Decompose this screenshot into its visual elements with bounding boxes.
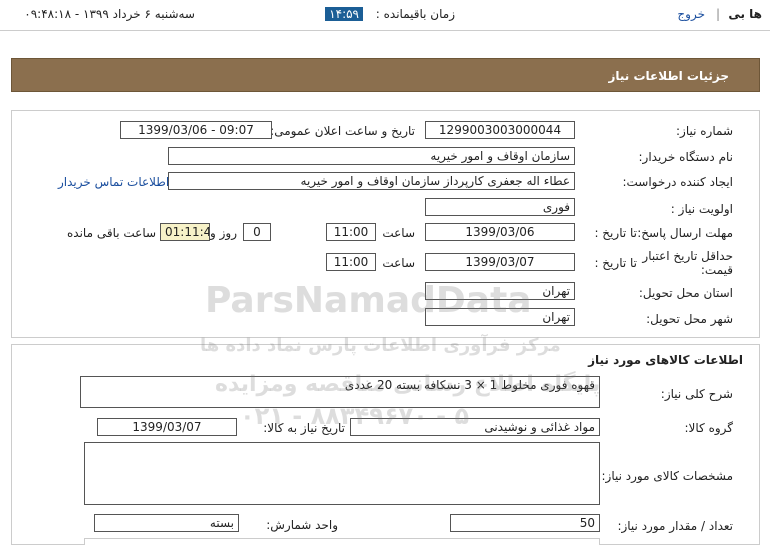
announce-datetime-field: 1399/03/06 - 09:07 (120, 121, 272, 139)
deadline-time-label: ساعت (382, 226, 415, 240)
priority-label: اولویت نیاز : (670, 202, 733, 216)
page-header: جزئیات اطلاعات نیاز (11, 58, 760, 92)
current-datetime: سه‌شنبه ۶ خرداد ۱۳۹۹ - ۰۹:۴۸:۱۸ (24, 7, 195, 21)
remaining-time-label: زمان باقیمانده : (375, 7, 455, 21)
top-bar: ها بی | خروج زمان باقیمانده : ۱۴:۵۹ سه‌ش… (0, 0, 770, 31)
separator: | (715, 7, 720, 21)
specs-label: مشخصات کالای مورد نیاز: (601, 469, 733, 483)
validity-time-field: 11:00 (326, 253, 376, 271)
province-field: تهران (425, 282, 575, 300)
validity-until-date-label: تا تاریخ : (594, 256, 637, 270)
goods-section-title: اطلاعات کالاهای مورد نیاز (588, 353, 743, 367)
buyer-contact-link[interactable]: اطلاعات تماس خریدار (58, 175, 169, 189)
logout-link[interactable]: خروج (677, 7, 705, 21)
validity-time-label: ساعت (382, 256, 415, 270)
quantity-label: تعداد / مقدار مورد نیاز: (617, 519, 733, 533)
remaining-hours-label: ساعت باقی مانده (67, 226, 157, 240)
deadline-label: مهلت ارسال پاسخ: (637, 226, 733, 240)
specs-field (84, 442, 600, 505)
summary-field: قهوه فوری مخلوط 1 × 3 نسکافه بسته 20 عدد… (80, 376, 600, 408)
brand-name: ها بی (728, 7, 762, 21)
deadline-time-field: 11:00 (326, 223, 376, 241)
price-validity-label-2: قیمت: (700, 263, 733, 277)
remaining-hours-field: 01:11:41 (160, 223, 210, 241)
city-field: تهران (425, 308, 575, 326)
summary-label: شرح کلی نیاز: (660, 387, 733, 401)
next-field-edge (84, 538, 600, 545)
creator-label: ایجاد کننده درخواست: (622, 175, 733, 189)
need-number-field: 1299003003000044 (425, 121, 575, 139)
validity-date-field: 1399/03/07 (425, 253, 575, 271)
deadline-until-date-label: تا تاریخ : (594, 226, 637, 240)
unit-field: بسته (94, 514, 239, 532)
need-date-label: تاریخ نیاز به کالا: (263, 421, 345, 435)
province-label: استان محل تحویل: (638, 286, 733, 300)
quantity-field: 50 (450, 514, 600, 532)
buyer-field: سازمان اوقاف و امور خیریه (168, 147, 575, 165)
goods-group-field: مواد غذائی و نوشیدنی (350, 418, 600, 436)
creator-field: عطاء اله جعفری کارپرداز سازمان اوقاف و ا… (168, 172, 575, 190)
buyer-label: نام دستگاه خریدار: (638, 150, 734, 164)
page-title: جزئیات اطلاعات نیاز (608, 69, 729, 83)
need-date-field: 1399/03/07 (97, 418, 237, 436)
days-label: روز و (210, 226, 237, 240)
priority-field: فوری (425, 198, 575, 216)
deadline-date-field: 1399/03/06 (425, 223, 575, 241)
need-number-label: شماره نیاز: (676, 124, 733, 138)
need-details-panel (11, 110, 760, 338)
city-label: شهر محل تحویل: (646, 312, 733, 326)
days-remaining-field: 0 (243, 223, 271, 241)
remaining-time-counter: ۱۴:۵۹ (325, 7, 363, 21)
goods-group-label: گروه کالا: (684, 421, 734, 435)
announce-datetime-label: تاریخ و ساعت اعلان عمومی: (270, 124, 415, 138)
unit-label: واحد شمارش: (266, 518, 338, 532)
price-validity-label: حداقل تاریخ اعتبار (642, 249, 733, 263)
